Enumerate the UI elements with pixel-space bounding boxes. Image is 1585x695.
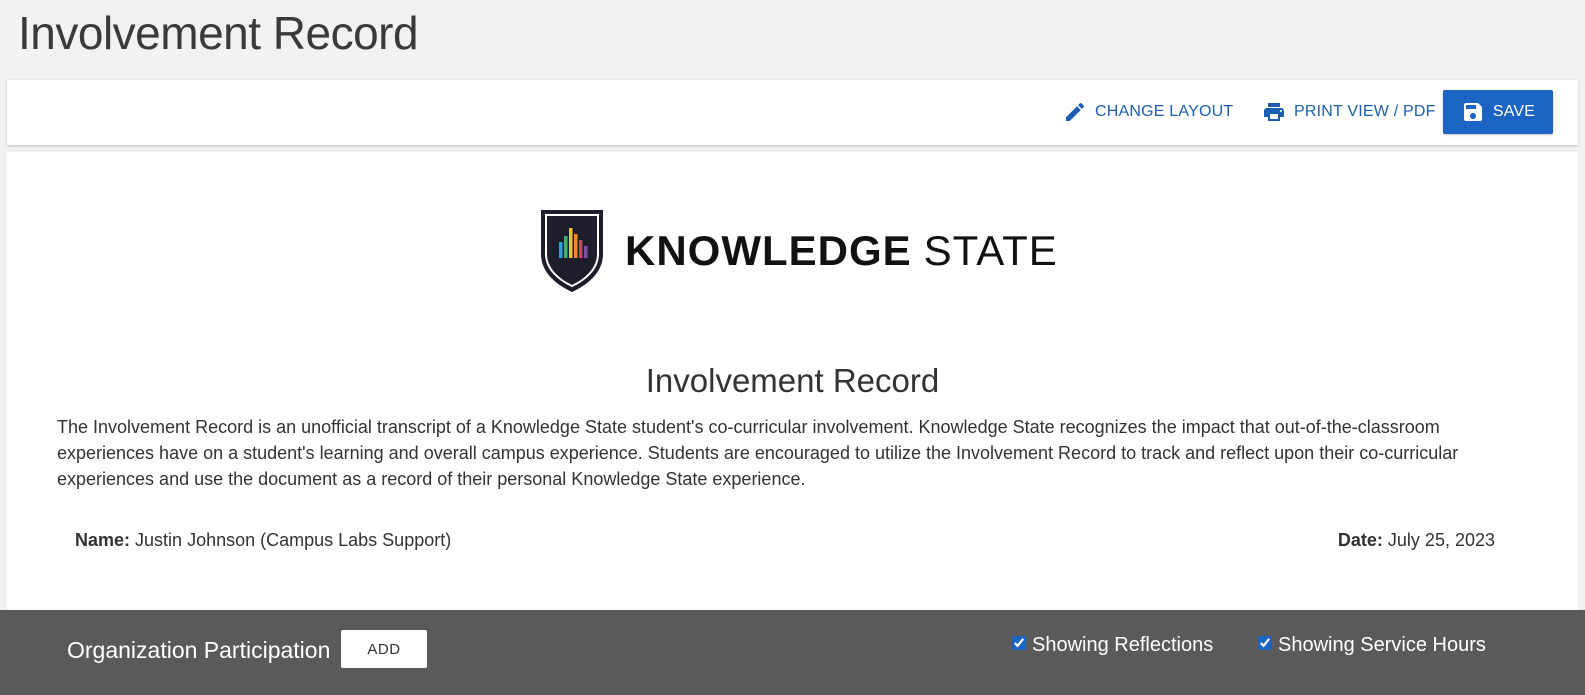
section-title: Organization Participation [67,637,331,663]
page-title: Involvement Record [18,7,419,59]
show-reflections-label: Showing Reflections [1032,634,1214,656]
show-reflections-toggle[interactable]: Showing Reflections [1012,634,1213,657]
show-service-hours-checkbox[interactable] [1258,635,1272,650]
toolbar: CHANGE LAYOUT PRINT VIEW / PDF SAVE [7,80,1578,145]
print-view-label: PRINT VIEW / PDF [1294,103,1436,120]
shield-logo-icon [541,210,603,293]
name-value: Justin Johnson (Campus Labs Support) [135,530,452,550]
show-service-hours-label: Showing Service Hours [1278,634,1486,656]
student-name: Name: Justin Johnson (Campus Labs Suppor… [75,530,451,551]
date-value: July 25, 2023 [1387,530,1495,550]
knowledge-state-logo: KNOWLEDGE STATE [539,208,1058,294]
show-reflections-checkbox[interactable] [1012,635,1026,650]
save-label: SAVE [1492,103,1536,120]
change-layout-label: CHANGE LAYOUT [1095,103,1234,120]
name-label: Name: [75,530,131,550]
record-date: Date: July 25, 2023 [1338,530,1495,551]
logo-wordmark: KNOWLEDGE STATE [625,227,1058,275]
floppy-disk-icon [1463,103,1482,121]
date-label: Date: [1337,530,1383,550]
logo-light-text: STATE [923,227,1058,274]
printer-icon [1264,103,1284,121]
show-service-hours-toggle[interactable]: Showing Service Hours [1258,634,1486,657]
print-view-button[interactable]: PRINT VIEW / PDF [1262,90,1436,134]
add-organization-button[interactable]: ADD [341,630,427,668]
change-layout-button[interactable]: CHANGE LAYOUT [1063,90,1233,134]
save-button[interactable]: SAVE [1443,90,1553,134]
involvement-document: KNOWLEDGE STATE Involvement Record The In… [7,152,1578,612]
intro-paragraph: The Involvement Record is an unofficial … [57,417,1459,489]
pencil-icon [1066,102,1085,121]
document-title: Involvement Record [645,362,940,399]
organization-participation-header: Organization Participation ADD Showing R… [0,610,1585,695]
logo-bold-text: KNOWLEDGE [625,227,912,274]
